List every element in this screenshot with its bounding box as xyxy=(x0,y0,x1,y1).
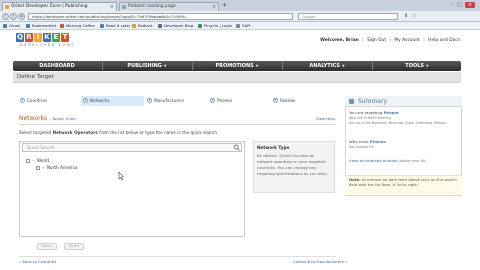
help-docs-link[interactable]: Help and Docs xyxy=(428,38,460,43)
reset-button[interactable]: Reset xyxy=(64,243,84,250)
bookmark-item[interactable]: Bookmarklet xyxy=(26,23,56,29)
bookmark-item[interactable]: Ping.fm | Login xyxy=(198,23,232,29)
logo-subtitle: DEVELOPER ZONE xyxy=(20,43,76,47)
bookmark-item[interactable]: SAPI xyxy=(236,23,251,29)
back-to-countries-link[interactable]: « Back to Countries xyxy=(19,259,56,264)
chevron-down-icon: ▼ xyxy=(426,64,429,68)
collapse-icon[interactable]: − xyxy=(32,158,36,164)
close-window-icon[interactable]: × xyxy=(465,2,475,8)
main-nav: DASHBOARD PUBLISHING ▼ PROMOTIONS ▼ ANALYT… xyxy=(13,61,461,71)
view-selected-phones-link[interactable]: View all selected phones xyxy=(349,158,397,163)
page-title-band xyxy=(13,72,461,83)
favicon-icon xyxy=(122,5,126,9)
section-title: Networks – Target (info) xyxy=(19,115,76,122)
section-description: Select targeted Network Operators from t… xyxy=(19,130,219,135)
network-type-description: By default, Qriket includes all network … xyxy=(257,153,328,176)
summary-target-exclusions[interactable]: But not in the Bahamas, Bermuda, Cuba, G… xyxy=(349,121,448,126)
tab-label: Problem loading page xyxy=(128,4,176,9)
bookmark-item[interactable]: Gmail xyxy=(3,23,20,29)
tab-active[interactable]: Qriket Developer Zone | Publishing × xyxy=(2,2,117,11)
quick-search-input[interactable]: Quick Search xyxy=(22,143,242,152)
summary-icon xyxy=(349,99,354,104)
minimize-icon[interactable]: – xyxy=(448,2,455,8)
divider xyxy=(19,256,336,257)
sign-out-link[interactable]: Sign Out xyxy=(367,38,386,43)
close-tab-icon[interactable]: × xyxy=(212,3,216,11)
summary-note: Note: to remove an item from above click… xyxy=(349,177,457,187)
bookmark-star-icon[interactable]: ☆ xyxy=(412,13,416,19)
favicon-icon xyxy=(5,5,9,9)
close-tab-icon[interactable]: × xyxy=(110,3,114,11)
expand-icon[interactable]: + xyxy=(42,165,46,171)
mouse-cursor-icon xyxy=(118,172,124,180)
browser-search-input[interactable]: Google xyxy=(298,13,398,20)
bookmark-item[interactable]: Morning Coffee xyxy=(60,23,95,29)
my-account-link[interactable]: My Account xyxy=(394,38,420,43)
checkbox[interactable] xyxy=(36,166,40,170)
select-button[interactable]: Select xyxy=(37,243,57,250)
nav-tools[interactable]: TOOLS ▼ xyxy=(373,61,461,71)
wizard-steps: 1 Countries 2 Networks 3 Manufacturers 4 Pho… xyxy=(18,96,334,107)
step-phones[interactable]: 4 Phones xyxy=(208,96,268,106)
summary-selected-phones: View all selected phones (display max. 6… xyxy=(349,158,427,163)
nav-dashboard[interactable]: DASHBOARD xyxy=(13,61,101,71)
summary-title: Summary xyxy=(358,98,387,105)
step-networks[interactable]: 2 Networks xyxy=(81,96,144,106)
nav-promotions[interactable]: PROMOTIONS ▼ xyxy=(193,61,281,71)
search-icon[interactable] xyxy=(233,144,241,151)
welcome-text: Welcome, Brian xyxy=(320,38,359,43)
bookmark-item[interactable]: Developer Blog xyxy=(158,23,193,29)
tree-item-north-america[interactable]: + North America xyxy=(36,165,77,171)
downloads-icon[interactable]: ⬇ xyxy=(404,13,408,19)
summary-phones-who: Not Android OS xyxy=(349,145,374,149)
address-toolbar: ‹ › ⌂ https://developer.qriket.com/publi… xyxy=(0,11,480,22)
tree-item-world[interactable]: − World xyxy=(26,158,49,164)
tab-inactive[interactable]: Problem loading page × xyxy=(119,2,219,11)
maximize-icon[interactable]: □ xyxy=(456,2,463,8)
forward-arrow-icon[interactable]: › xyxy=(10,13,17,20)
step-manufacturers[interactable]: 3 Manufacturers xyxy=(145,96,205,106)
step-countries[interactable]: 1 Countries xyxy=(18,96,78,106)
nav-publishing[interactable]: PUBLISHING ▼ xyxy=(103,61,191,71)
continue-link[interactable]: Continue to Manufacturers » xyxy=(293,259,347,264)
page-title: Define Target xyxy=(17,74,54,80)
back-arrow-icon[interactable]: ‹ xyxy=(2,13,9,20)
summary-phones: Who have Phones xyxy=(349,139,386,144)
checkbox[interactable] xyxy=(26,159,30,163)
chevron-down-icon: ▼ xyxy=(163,64,167,68)
bookmark-item[interactable]: Radiant xyxy=(132,23,153,29)
nav-analytics[interactable]: ANALYTICS ▼ xyxy=(283,61,371,71)
view-help-link[interactable]: View Help xyxy=(316,116,335,121)
network-selector-panel xyxy=(19,141,245,237)
step-review[interactable]: 5 Review xyxy=(271,96,331,106)
account-links: Welcome, Brian | Sign Out | My Account |… xyxy=(320,38,460,43)
chevron-down-icon: ▼ xyxy=(341,64,345,68)
new-tab-button[interactable]: + xyxy=(222,2,227,10)
network-type-title: Network Type xyxy=(257,145,290,150)
url-input[interactable]: https://developer.qriket.com/publishing/… xyxy=(28,13,293,20)
tab-label: Qriket Developer Zone | Publishing xyxy=(11,4,88,9)
divider xyxy=(19,124,336,125)
bookmarks-bar: Gmail Bookmarklet Morning Coffee Read It… xyxy=(0,22,480,30)
summary-target: You are targeting People xyxy=(349,110,399,115)
bookmark-item[interactable]: Read It Later xyxy=(100,23,130,29)
info-link[interactable]: (info) xyxy=(66,116,76,121)
chevron-down-icon: ▼ xyxy=(255,64,259,68)
browser-tab-bar: Qriket Developer Zone | Publishing × Pro… xyxy=(0,0,480,11)
home-icon[interactable]: ⌂ xyxy=(18,13,25,20)
